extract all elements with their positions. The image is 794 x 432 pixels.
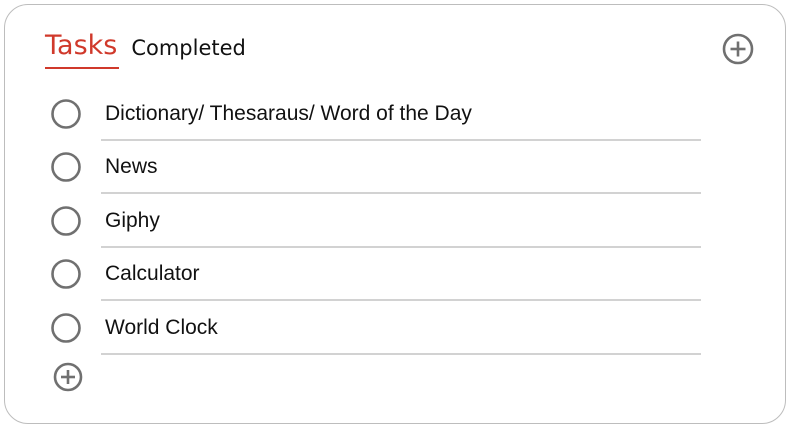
plus-circle-icon <box>722 33 754 65</box>
task-label[interactable]: News <box>105 154 158 180</box>
task-row: World Clock <box>45 301 705 355</box>
task-checkbox-icon[interactable] <box>51 259 81 290</box>
task-checkbox-icon[interactable] <box>51 205 81 236</box>
task-label[interactable]: Giphy <box>105 208 160 234</box>
task-row: Dictionary/ Thesaraus/ Word of the Day <box>45 87 705 141</box>
task-label[interactable]: Calculator <box>105 261 200 287</box>
task-row: Calculator <box>45 248 705 301</box>
task-checkbox-icon[interactable] <box>51 312 81 343</box>
task-list: Dictionary/ Thesaraus/ Word of the Day N… <box>45 87 705 355</box>
plus-circle-icon <box>53 362 83 392</box>
task-label[interactable]: Dictionary/ Thesaraus/ Word of the Day <box>105 101 472 127</box>
task-row: Giphy <box>45 194 705 248</box>
tasks-card: Tasks Completed Dictionary/ Thesaraus/ W… <box>4 4 786 424</box>
task-checkbox-icon[interactable] <box>51 152 81 183</box>
tab-tasks[interactable]: Tasks <box>45 31 120 69</box>
task-checkbox-icon[interactable] <box>51 98 81 129</box>
task-divider <box>101 352 701 355</box>
tab-bar: Tasks Completed <box>45 31 246 71</box>
add-task-button-top[interactable] <box>721 32 755 66</box>
task-label[interactable]: World Clock <box>105 315 218 341</box>
add-task-button-bottom[interactable] <box>51 360 85 394</box>
tab-completed[interactable]: Completed <box>131 31 246 69</box>
task-row: News <box>45 141 705 194</box>
